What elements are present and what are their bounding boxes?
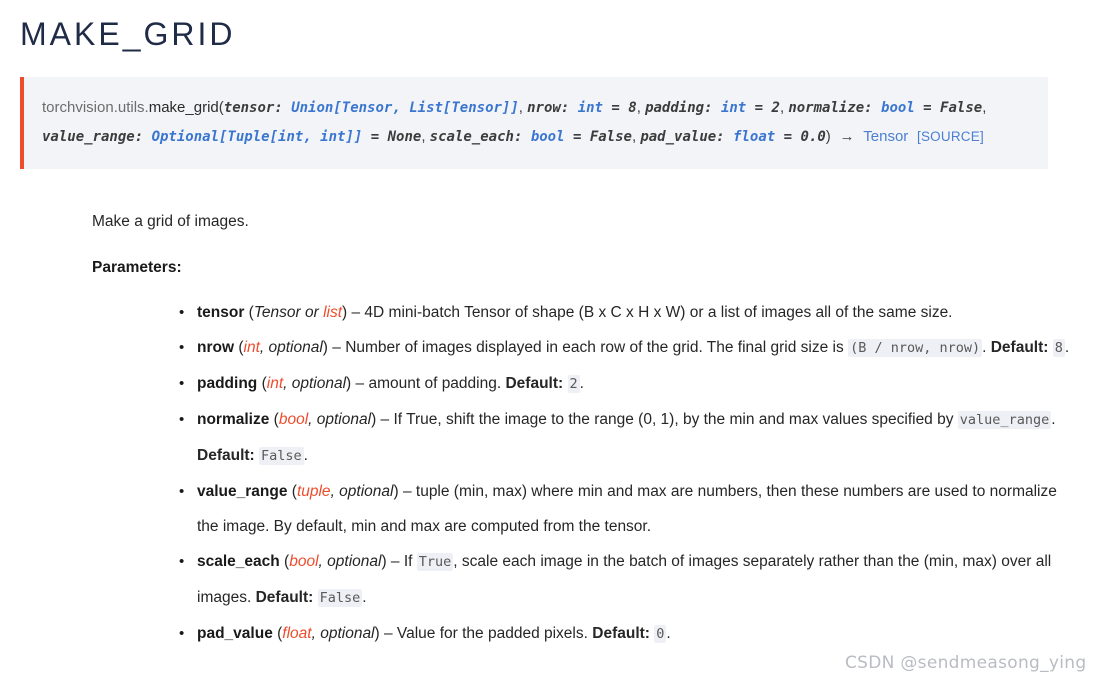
sig-param-separator: ,: [982, 99, 987, 116]
parameter-type: , optional: [259, 338, 323, 356]
sig-param-default: 2: [771, 100, 780, 116]
inline-code: value_range: [957, 410, 1052, 429]
sig-param-type: int: [720, 100, 747, 116]
sig-param-type: bool: [881, 100, 915, 116]
sig-param-default: False: [589, 128, 632, 145]
inline-code: False: [259, 446, 304, 465]
parameter-type-highlight: float: [282, 624, 312, 642]
sig-param-type: Union[Tensor, List[Tensor]]: [291, 100, 519, 116]
return-type: Tensor: [863, 127, 909, 145]
parameter-type: Tensor or: [253, 303, 324, 321]
signature-line: torchvision.utils.make_grid(tensor: Unio…: [42, 94, 1030, 151]
parameter-type-highlight: int: [266, 374, 284, 392]
parameter-type: , optional: [318, 552, 382, 570]
inline-code: False: [317, 588, 363, 607]
sig-param-name: normalize:: [788, 100, 882, 116]
sig-param-separator: ,: [421, 127, 430, 145]
sig-param-name: tensor:: [223, 100, 292, 116]
parameter-type-highlight: bool: [289, 552, 319, 570]
parameter-type-highlight: tuple: [296, 482, 331, 500]
sig-param-type: Optional[Tuple[int, int]]: [151, 128, 363, 145]
default-label: Default:: [197, 446, 255, 464]
sig-param-equals: =: [914, 100, 941, 116]
function-summary: Make a grid of images.: [92, 213, 249, 230]
sig-param-separator: ,: [518, 99, 528, 116]
parameter-type-highlight: list: [323, 303, 343, 321]
parameter-name: value_range: [197, 482, 288, 500]
inline-code: 2: [567, 374, 580, 393]
parameter-name: tensor: [197, 303, 245, 321]
parameter-type: , optional: [283, 374, 347, 392]
csdn-watermark: CSDN @sendmeasong_ying: [845, 653, 1087, 673]
sig-param-name: scale_each:: [429, 128, 531, 145]
inline-code: 8: [1052, 338, 1065, 357]
sig-param-separator: ,: [636, 99, 646, 116]
default-label: Default:: [255, 588, 314, 606]
sig-param-name: padding:: [645, 100, 721, 116]
sig-param-default: False: [940, 100, 983, 116]
sig-param-equals: =: [746, 100, 772, 116]
parameter-item: pad_value (float, optional) – Value for …: [179, 616, 1077, 652]
parameter-name: pad_value: [197, 624, 273, 642]
parameter-name: nrow: [197, 338, 235, 356]
sig-param-equals: =: [564, 128, 590, 145]
module-prefix: torchvision.utils.: [42, 99, 149, 116]
close-paren: ): [825, 127, 831, 145]
sig-param-name: pad_value:: [640, 128, 734, 145]
return-arrow: →: [839, 127, 855, 145]
parameters-heading: Parameters:: [92, 258, 182, 276]
parameter-item: padding (int, optional) – amount of padd…: [179, 366, 1077, 402]
default-label: Default:: [505, 374, 564, 392]
parameter-item: normalize (bool, optional) – If True, sh…: [179, 402, 1077, 474]
function-name: make_grid: [148, 99, 219, 116]
documentation-body: Make a grid of images. Parameters: tenso…: [92, 210, 1077, 652]
parameter-type-highlight: bool: [278, 410, 309, 428]
parameter-item: value_range (tuple, optional) – tuple (m…: [179, 474, 1077, 544]
sig-param-default: 8: [628, 100, 637, 116]
inline-code: (B / nrow, nrow): [848, 338, 983, 357]
sig-param-name: nrow:: [527, 100, 578, 116]
sig-param-equals: =: [362, 128, 388, 145]
default-label: Default:: [592, 624, 650, 642]
parameter-item: tensor (Tensor or list) – 4D mini-batch …: [179, 295, 1077, 330]
page-title: MAKE_GRID: [20, 16, 236, 52]
inline-code: True: [416, 552, 454, 571]
parameter-item: nrow (int, optional) – Number of images …: [179, 330, 1077, 366]
parameter-name: scale_each: [197, 552, 280, 570]
parameter-name: normalize: [197, 410, 270, 428]
source-link[interactable]: [SOURCE]: [917, 129, 984, 144]
default-label: Default:: [990, 338, 1049, 356]
sig-param-equals: =: [603, 100, 629, 116]
parameters-list: tensor (Tensor or list) – 4D mini-batch …: [92, 295, 1077, 652]
sig-param-equals: =: [775, 128, 801, 145]
sig-param-name: value_range:: [42, 128, 152, 145]
sig-param-type: bool: [530, 128, 565, 145]
parameter-type: , optional: [330, 482, 394, 500]
sig-param-type: float: [733, 128, 776, 145]
parameter-name: padding: [197, 374, 258, 392]
sig-param-default: 0.0: [800, 128, 826, 145]
parameter-item: scale_each (bool, optional) – If True, s…: [179, 544, 1077, 616]
parameter-type: , optional: [311, 624, 375, 642]
parameter-type-highlight: int: [243, 338, 260, 356]
sig-param-default: None: [387, 128, 422, 145]
sig-param-type: int: [577, 100, 603, 116]
parameter-type: , optional: [308, 410, 372, 428]
function-signature-block: torchvision.utils.make_grid(tensor: Unio…: [20, 77, 1048, 169]
inline-code: 0: [654, 624, 667, 643]
